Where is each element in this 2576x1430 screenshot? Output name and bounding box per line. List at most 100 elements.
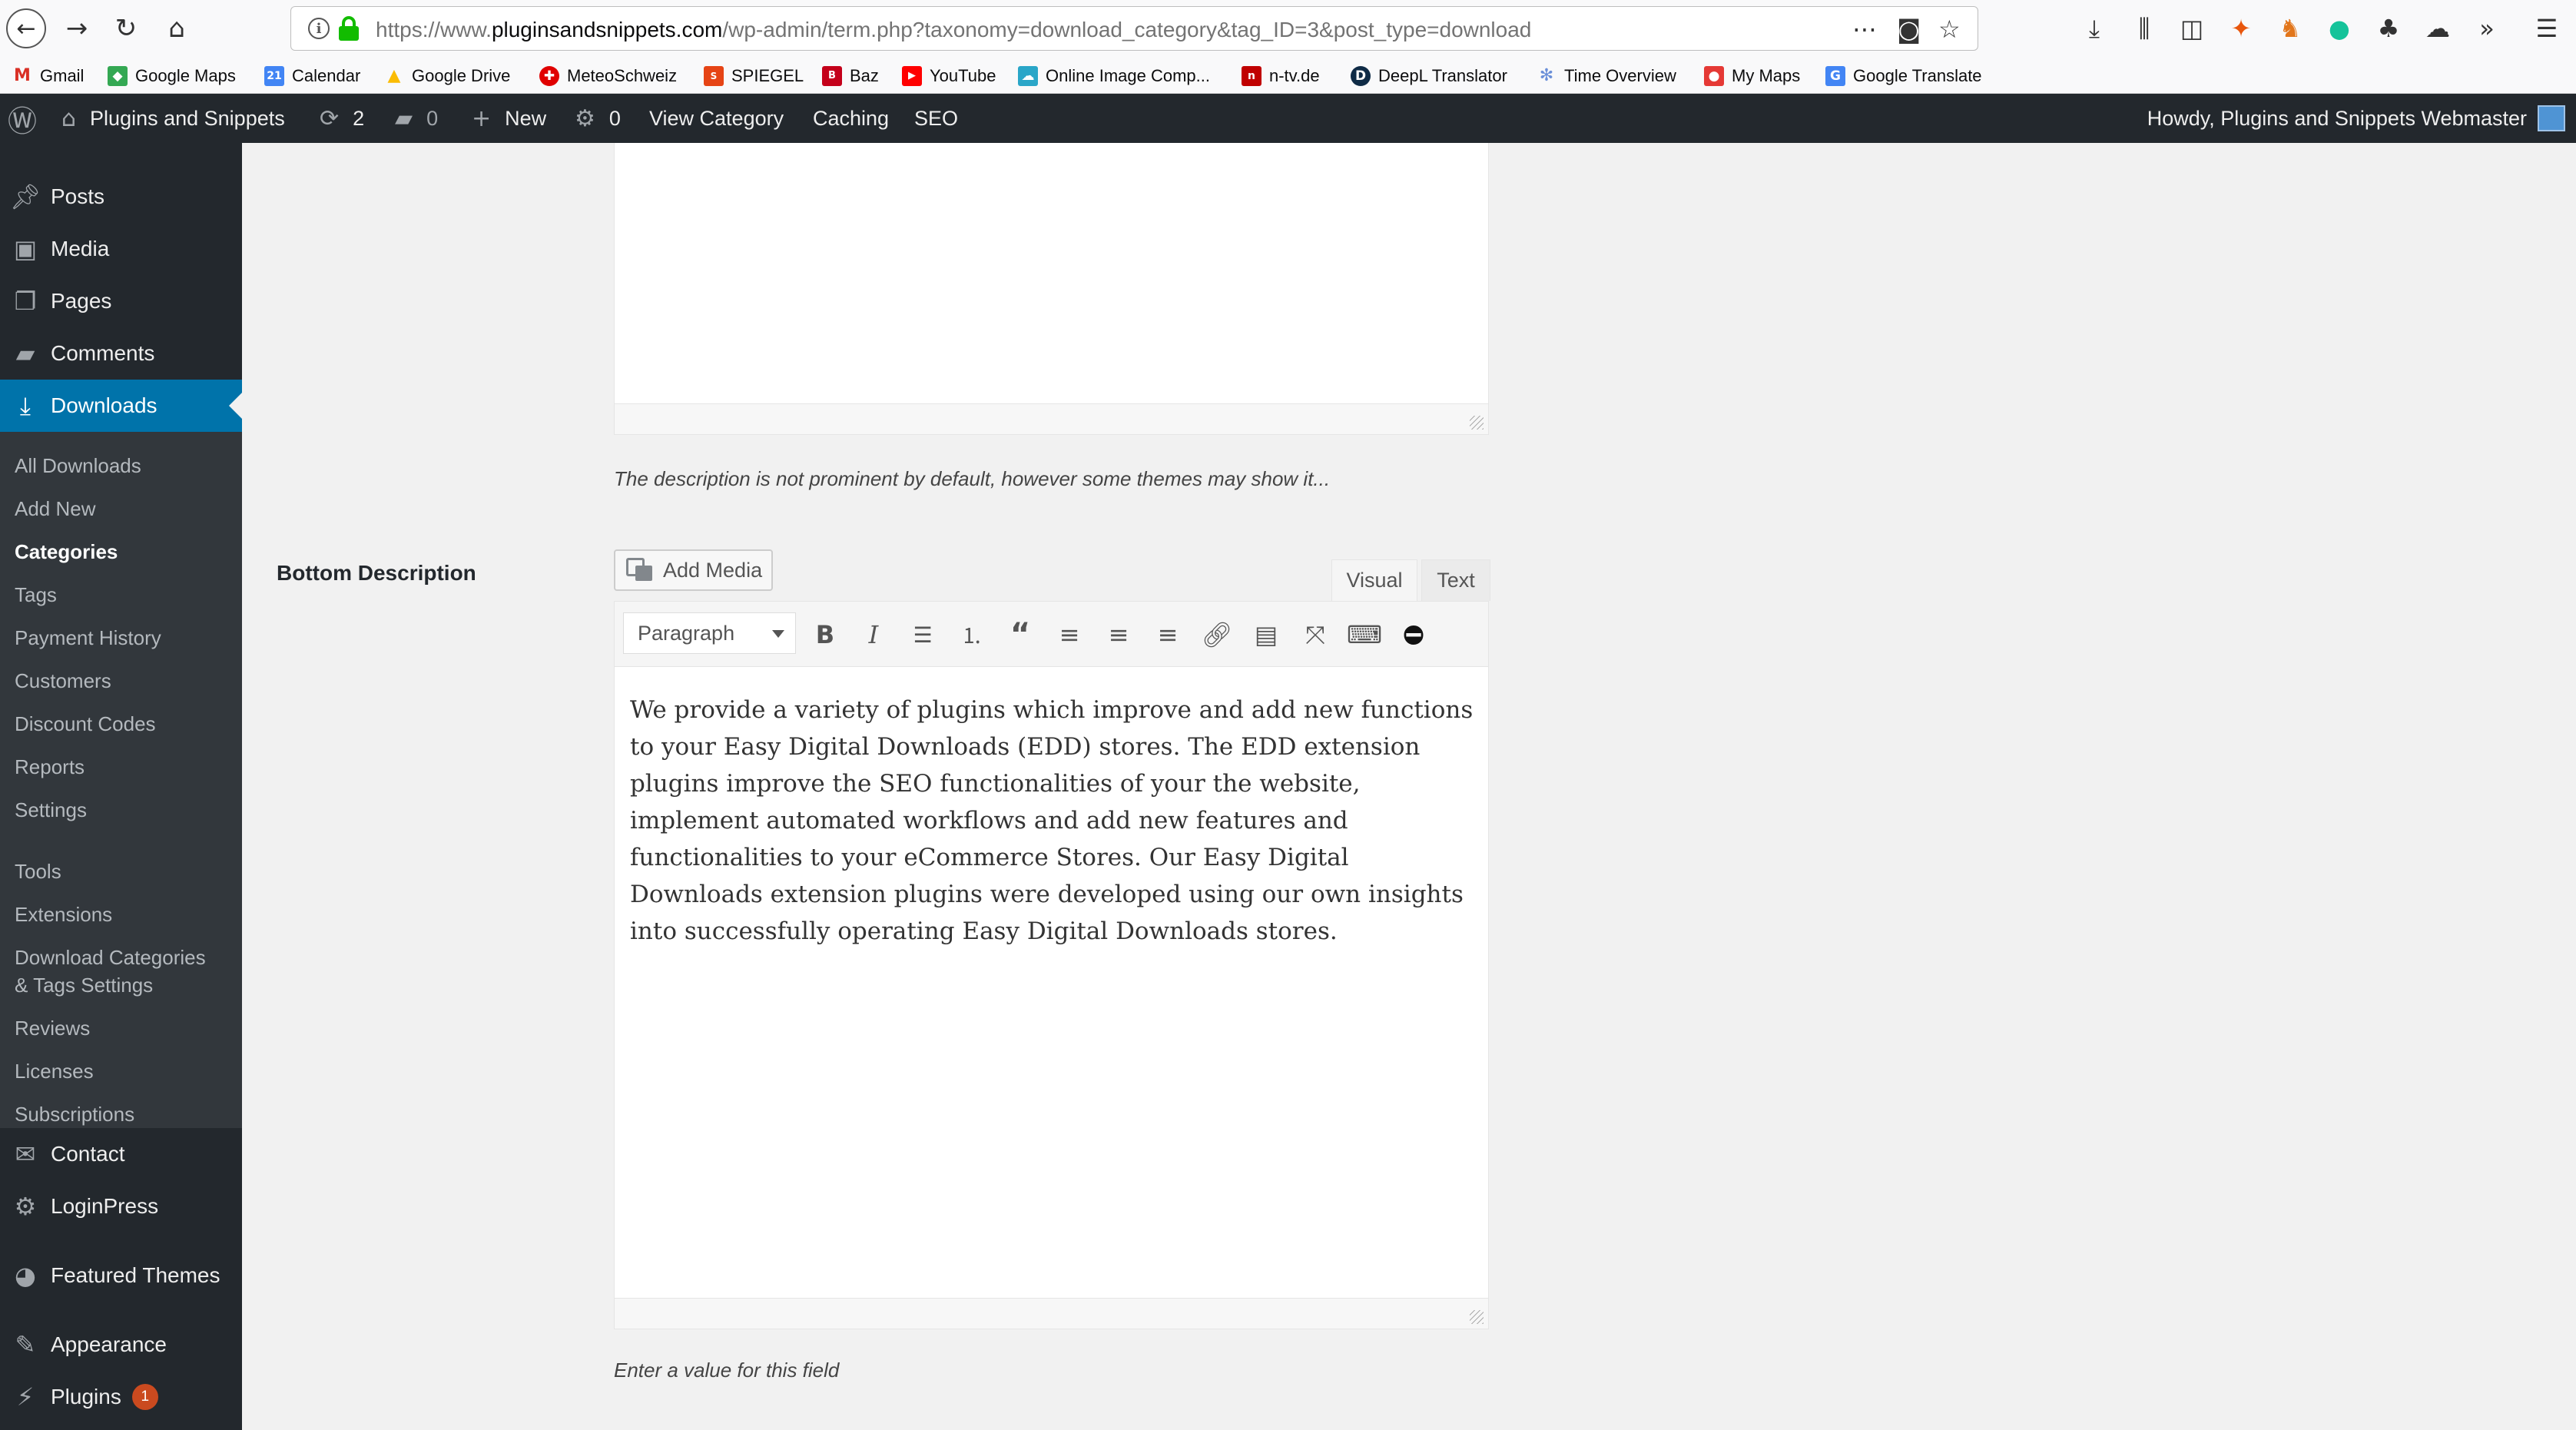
align-center-icon[interactable]: ≡ <box>1099 615 1138 654</box>
top-field-description: The description is not prominent by defa… <box>614 467 1331 490</box>
link-icon[interactable]: 🔗︎ <box>1198 615 1236 654</box>
submenu-subscriptions[interactable]: Subscriptions <box>15 1100 134 1128</box>
resize-handle-icon[interactable] <box>1470 1310 1484 1324</box>
info-icon[interactable]: i <box>308 18 330 39</box>
top-description-editor[interactable] <box>614 143 1489 435</box>
map-pin-icon: ● <box>1704 65 1724 86</box>
library-icon[interactable]: ⫼ <box>2127 11 2162 46</box>
admin-bar-seo[interactable]: SEO <box>914 94 958 143</box>
submenu-add-new[interactable]: Add New <box>15 495 96 523</box>
fox-extension-icon[interactable]: ♞ <box>2273 11 2308 46</box>
url-bar[interactable]: i https://www.pluginsandsnippets.com/wp-… <box>290 6 1978 51</box>
submenu-licenses[interactable]: Licenses <box>15 1057 94 1085</box>
bulleted-list-icon[interactable]: ☰ <box>903 615 942 654</box>
submenu-download-categories-settings[interactable]: Download Categories & Tags Settings <box>15 944 206 999</box>
fullscreen-icon[interactable]: ⤧ <box>1296 615 1334 654</box>
admin-bar-new[interactable]: + New <box>472 94 546 143</box>
shortcode-icon[interactable]: ⛔︎ <box>1394 615 1433 654</box>
editor-content[interactable]: We provide a variety of plugins which im… <box>630 692 1475 950</box>
tab-visual[interactable]: Visual <box>1331 559 1417 601</box>
sidebar-item-comments[interactable]: ▰ Comments <box>0 327 242 380</box>
bookmark-time-overview[interactable]: ✻ Time Overview <box>1537 58 1676 94</box>
download-icon[interactable]: ⤓ <box>2077 11 2112 46</box>
format-select[interactable]: Paragraph <box>623 612 796 654</box>
add-media-button[interactable]: Add Media <box>614 549 773 591</box>
submenu-customers[interactable]: Customers <box>15 667 111 695</box>
home-icon[interactable]: ⌂ <box>157 8 197 48</box>
sidebar-item-pages[interactable]: ❐ Pages <box>0 275 242 327</box>
read-more-icon[interactable]: ▤ <box>1247 615 1285 654</box>
gear-icon: ⚙ <box>14 1192 37 1221</box>
overflow-icon[interactable]: » <box>2469 11 2505 46</box>
globe-icon: ◕ <box>15 1261 36 1290</box>
evernote-icon[interactable]: ♣ <box>2371 11 2406 46</box>
submenu-extensions[interactable]: Extensions <box>15 901 112 928</box>
grammarly-icon[interactable]: ● <box>2322 11 2357 46</box>
youtube-icon: ▶ <box>902 65 922 86</box>
resize-handle-icon[interactable] <box>1470 416 1484 430</box>
wordpress-logo-icon[interactable]: Ⓦ <box>8 94 37 143</box>
submenu-tags[interactable]: Tags <box>15 581 57 609</box>
pocket-icon[interactable]: ◙ <box>1897 15 1921 44</box>
sidebar-item-downloads[interactable]: ⤓ Downloads <box>0 380 242 432</box>
menu-icon[interactable]: ☰ <box>2529 11 2564 46</box>
submenu-reviews[interactable]: Reviews <box>15 1014 90 1042</box>
bookmark-online-image-compressor[interactable]: ☁ Online Image Comp... <box>1018 58 1210 94</box>
blockquote-icon[interactable]: “ <box>1001 615 1039 654</box>
page-actions-icon[interactable]: ⋯ <box>1852 15 1877 44</box>
submenu-payment-history[interactable]: Payment History <box>15 624 161 652</box>
bookmark-ntv[interactable]: n n-tv.de <box>1242 58 1320 94</box>
admin-bar-site-name[interactable]: ⌂ Plugins and Snippets <box>61 94 285 143</box>
bookmark-youtube[interactable]: ▶ YouTube <box>902 58 996 94</box>
sidebar-item-featured-themes[interactable]: ◕ Featured Themes <box>0 1249 242 1302</box>
submenu-categories[interactable]: Categories <box>15 538 118 566</box>
submenu-all-downloads[interactable]: All Downloads <box>15 452 141 479</box>
align-right-icon[interactable]: ≡ <box>1149 615 1187 654</box>
bookmark-calendar[interactable]: 21 Calendar <box>264 58 360 94</box>
sidebar-item-appearance[interactable]: ✎ Appearance <box>0 1319 242 1371</box>
sidebar-item-loginpress[interactable]: ⚙ LoginPress <box>0 1180 242 1233</box>
sidebar-item-plugins[interactable]: ⚡︎ Plugins 1 <box>0 1371 242 1423</box>
bookmark-meteoschweiz[interactable]: ✚ MeteoSchweiz <box>539 58 677 94</box>
reload-icon[interactable]: ↻ <box>106 8 146 48</box>
align-left-icon[interactable]: ≡ <box>1050 615 1089 654</box>
bottom-description-editor[interactable]: We provide a variety of plugins which im… <box>614 666 1489 1329</box>
tab-text[interactable]: Text <box>1421 559 1490 601</box>
bookmark-deepl[interactable]: D DeepL Translator <box>1351 58 1507 94</box>
bold-icon[interactable]: B <box>806 615 844 654</box>
avatar[interactable] <box>2538 94 2565 143</box>
admin-bar-cache[interactable]: ⚙ 0 <box>575 94 621 143</box>
bookmark-spiegel[interactable]: S SPIEGEL <box>704 58 804 94</box>
admin-bar-comments[interactable]: ▰ 0 <box>395 94 438 143</box>
submenu-discount-codes[interactable]: Discount Codes <box>15 710 156 738</box>
meteo-icon: ✚ <box>539 65 559 86</box>
sidebar-item-contact[interactable]: ✉ Contact <box>0 1128 242 1180</box>
submenu-reports[interactable]: Reports <box>15 753 85 781</box>
submenu-settings[interactable]: Settings <box>15 796 87 824</box>
bookmark-my-maps[interactable]: ● My Maps <box>1704 58 1800 94</box>
bookmark-google-drive[interactable]: ▲ Google Drive <box>384 58 511 94</box>
sidebar-icon[interactable]: ◫ <box>2174 11 2210 46</box>
plugins-update-badge: 1 <box>131 1384 158 1410</box>
star-icon[interactable]: ☆ <box>1938 15 1961 44</box>
extension-icon[interactable]: ✦ <box>2223 11 2259 46</box>
sync-extension-icon[interactable]: ☁ <box>2420 11 2455 46</box>
sidebar-item-posts[interactable]: 📌︎ Posts <box>0 171 242 223</box>
italic-icon[interactable]: I <box>854 615 893 654</box>
bookmark-google-maps[interactable]: ◆ Google Maps <box>108 58 236 94</box>
numbered-list-icon[interactable]: ⒈ <box>953 615 991 654</box>
toolbar-toggle-icon[interactable]: ⌨ <box>1345 615 1384 654</box>
bookmark-gmail[interactable]: M Gmail <box>12 58 84 94</box>
sidebar-item-media[interactable]: ▣ Media <box>0 223 242 275</box>
add-media-icon <box>626 558 654 582</box>
admin-bar-updates[interactable]: ⟳ 2 <box>320 94 364 143</box>
forward-arrow-icon[interactable]: → <box>57 8 97 48</box>
submenu-tools[interactable]: Tools <box>15 858 61 885</box>
admin-bar-account[interactable]: Howdy, Plugins and Snippets Webmaster <box>2147 94 2527 143</box>
admin-bar-caching[interactable]: Caching <box>813 94 889 143</box>
url-text[interactable]: https://www.pluginsandsnippets.com/wp-ad… <box>376 18 1531 42</box>
bookmark-google-translate[interactable]: G Google Translate <box>1825 58 1982 94</box>
admin-bar-view-category[interactable]: View Category <box>649 94 784 143</box>
back-arrow-icon[interactable]: ← <box>6 8 46 48</box>
bookmark-baz[interactable]: B Baz <box>822 58 879 94</box>
